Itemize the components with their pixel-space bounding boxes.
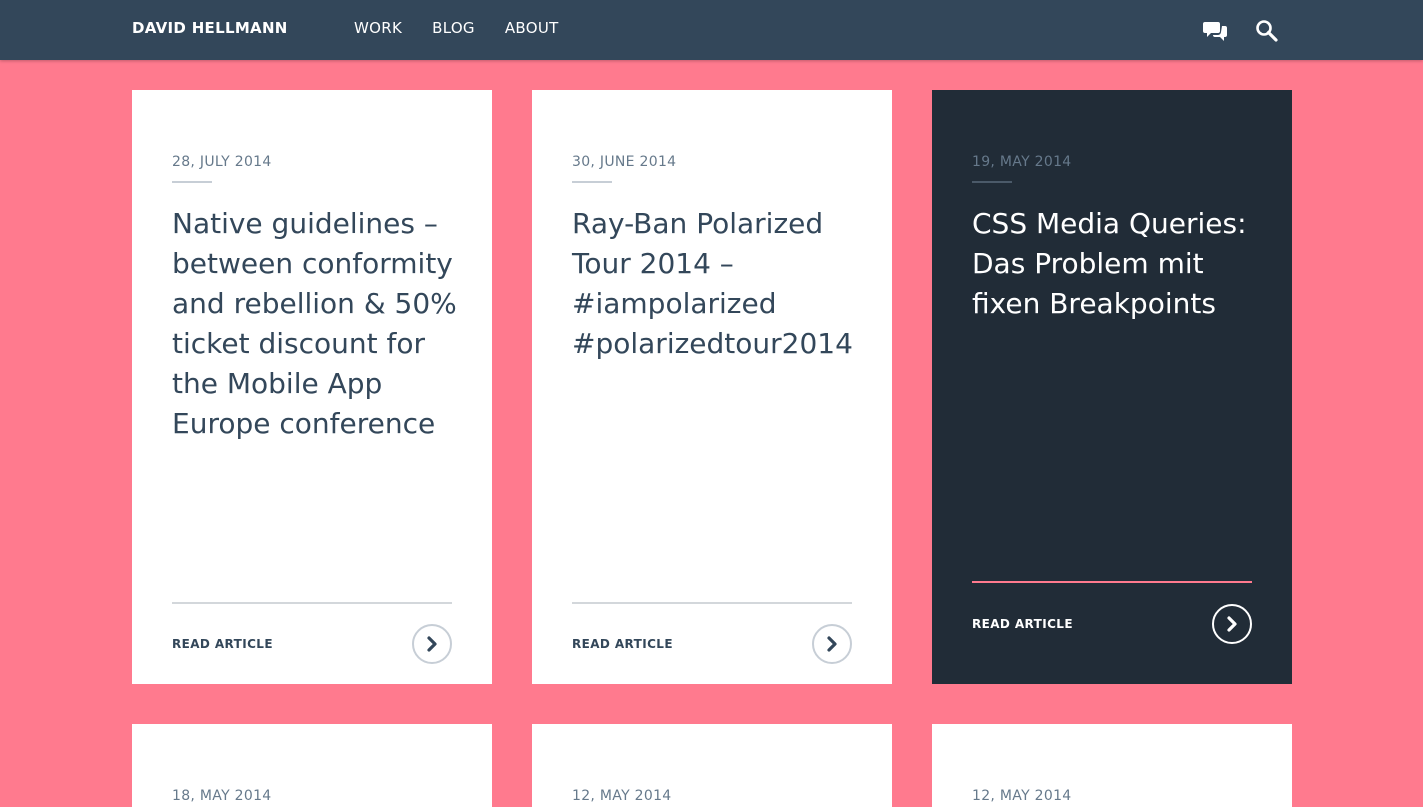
article-date: 18, MAY 2014 [172,788,272,804]
article-card[interactable]: 12, MAY 2014 [932,724,1292,807]
read-article-link[interactable]: READ ARTICLE [972,617,1073,631]
article-title[interactable]: Native guidelines – between conformity a… [172,204,472,444]
read-article-button[interactable] [412,624,452,664]
article-title[interactable]: Ray-Ban Polarized Tour 2014 – #iampolari… [572,204,872,364]
article-card[interactable]: 18, MAY 2014 [132,724,492,807]
date-divider [172,181,212,183]
chevron-right-icon [1227,616,1237,632]
footer-divider [972,581,1252,583]
chevron-right-icon [427,636,437,652]
chevron-right-icon [827,636,837,652]
article-card[interactable]: 28, JULY 2014 Native guidelines – betwee… [132,90,492,684]
date-divider [972,181,1012,183]
chat-icon[interactable] [1203,18,1229,44]
article-card[interactable]: 12, MAY 2014 [532,724,892,807]
read-article-link[interactable]: READ ARTICLE [172,637,273,651]
read-article-button[interactable] [812,624,852,664]
article-title[interactable]: CSS Media Queries: Das Problem mit fixen… [972,204,1272,324]
article-date: 30, JUNE 2014 [572,154,677,170]
article-date: 19, MAY 2014 [972,154,1072,170]
article-card[interactable]: 30, JUNE 2014 Ray-Ban Polarized Tour 201… [532,90,892,684]
article-date: 28, JULY 2014 [172,154,272,170]
footer-divider [172,602,452,604]
article-date: 12, MAY 2014 [972,788,1072,804]
main-nav: WORK BLOG ABOUT [354,19,559,37]
site-brand[interactable]: DAVID HELLMANN [132,19,288,37]
read-article-button[interactable] [1212,604,1252,644]
nav-blog[interactable]: BLOG [432,19,475,37]
site-header: DAVID HELLMANN WORK BLOG ABOUT [0,0,1423,60]
footer-divider [572,602,852,604]
search-icon[interactable] [1254,18,1280,44]
article-date: 12, MAY 2014 [572,788,672,804]
article-card-featured[interactable]: 19, MAY 2014 CSS Media Queries: Das Prob… [932,90,1292,684]
nav-work[interactable]: WORK [354,19,402,37]
date-divider [572,181,612,183]
read-article-link[interactable]: READ ARTICLE [572,637,673,651]
nav-about[interactable]: ABOUT [505,19,559,37]
